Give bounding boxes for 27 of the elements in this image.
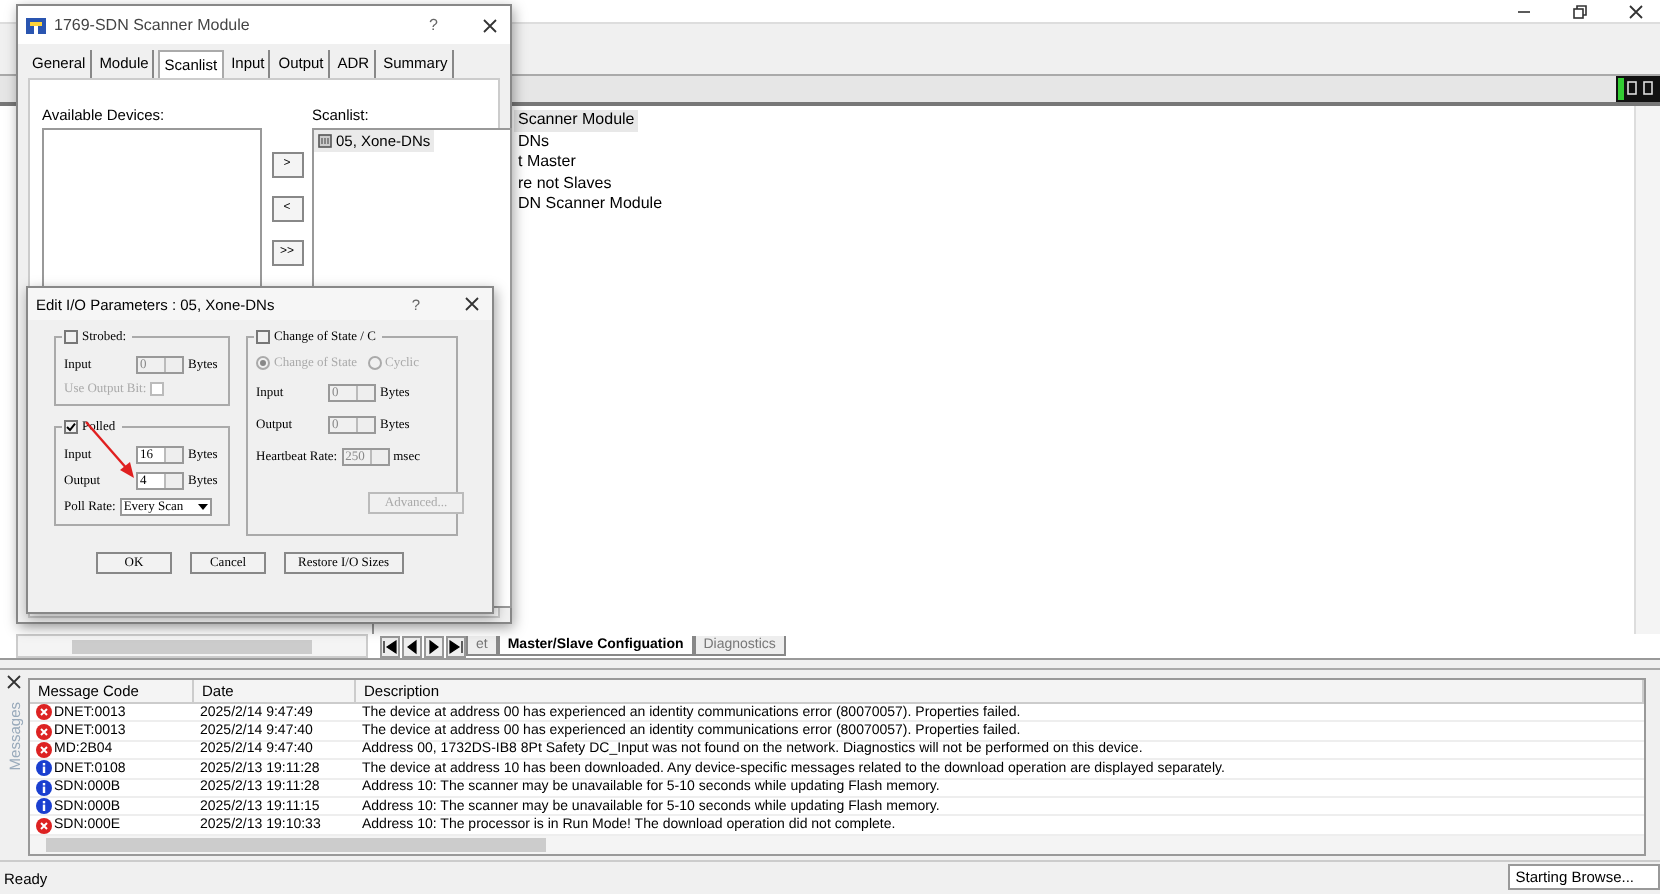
sheet-nav-icon[interactable]	[402, 635, 422, 657]
tree-item[interactable]: DNs	[514, 131, 554, 152]
close-icon[interactable]	[482, 17, 498, 33]
close-icon[interactable]	[1628, 3, 1644, 19]
panel-close-icon[interactable]	[6, 674, 22, 690]
checkbox[interactable]	[256, 330, 270, 344]
checkbox[interactable]	[64, 330, 78, 344]
sheet-nav-icon[interactable]	[424, 635, 444, 657]
scrollbar[interactable]	[1634, 106, 1660, 634]
help-button[interactable]: ?	[429, 16, 438, 34]
checkbox[interactable]	[64, 420, 78, 434]
tree-item[interactable]: re not Slaves	[514, 173, 616, 194]
scrollbar[interactable]	[16, 634, 368, 658]
tree-item[interactable]: Scanner Module	[514, 110, 639, 131]
checkbox[interactable]	[150, 382, 165, 396]
sheet-nav-icon[interactable]	[380, 635, 400, 657]
app-icon	[26, 15, 46, 35]
dropdown-icon	[195, 500, 210, 514]
sheet-nav-icon[interactable]	[446, 635, 466, 657]
window-title: 1769-SDN Scanner Module	[54, 16, 252, 34]
tree-item[interactable]: t Master	[514, 152, 580, 173]
restore-icon[interactable]	[1572, 3, 1588, 19]
error-icon	[36, 817, 52, 834]
tree-item[interactable]: DN Scanner Module	[514, 194, 667, 215]
close-icon[interactable]	[464, 296, 480, 312]
scrollbar[interactable]	[30, 836, 1644, 854]
device-icon	[318, 133, 332, 147]
